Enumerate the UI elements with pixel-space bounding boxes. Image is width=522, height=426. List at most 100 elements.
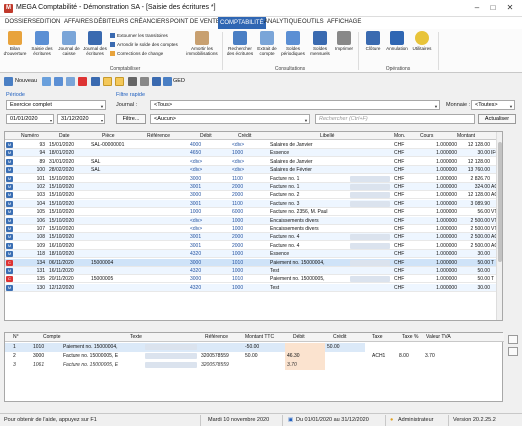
ged-icon[interactable] xyxy=(163,77,172,86)
table-row[interactable]: M 101 15/10/2020 3000 1100 Facture no. 1 CHF 1.… xyxy=(5,175,502,183)
imprimer-button[interactable]: Imprimer xyxy=(334,31,354,51)
dcol-valeur-tva[interactable]: Valeur TVA xyxy=(426,334,451,340)
detail-row[interactable]: 1 1010 Paiement no. 15000004, -50.00 50.00 xyxy=(5,343,504,352)
export-icon[interactable] xyxy=(140,77,149,86)
amortir-button[interactable]: Amortir les immobilisations xyxy=(186,31,218,56)
delete-icon[interactable] xyxy=(78,77,87,86)
view-list-icon[interactable] xyxy=(103,77,112,86)
print-icon[interactable] xyxy=(128,77,137,86)
cloture-button[interactable]: Clôture xyxy=(362,31,384,51)
table-row[interactable]: M 118 18/10/2020 4320 1000 Essence CHF 1.000000… xyxy=(5,250,502,259)
minimize-button[interactable]: – xyxy=(470,2,484,14)
dcol-n[interactable]: N° xyxy=(13,334,19,340)
menu-affaires[interactable]: AFFAIRES xyxy=(64,19,93,25)
col-piece[interactable]: Pièce xyxy=(102,133,115,139)
annulation-button[interactable]: Annulation xyxy=(385,31,409,51)
menu-dossiers[interactable]: DOSSIERS xyxy=(5,19,36,25)
col-reference[interactable]: Référence xyxy=(147,133,170,139)
ged-button[interactable]: GED xyxy=(173,78,185,84)
table-row[interactable]: C 134 06/11/2020 15000004 3000 1010 Paiement n… xyxy=(5,258,502,267)
table-row[interactable]: M 130 12/12/2020 4320 1000 Test CHF 1.000000 30.… xyxy=(5,283,502,292)
col-libelle[interactable]: Libellé xyxy=(320,133,334,139)
table-row[interactable]: M 93 15/01/2020 SAL-00000001 4000 <div> Salair… xyxy=(5,141,502,149)
table-row[interactable]: M 104 15/10/2020 3001 1100 Facture no. 3 CHF 1.… xyxy=(5,199,502,208)
detail-row[interactable]: 3 1061 Facture no. 15000005, E 3200578559 3.… xyxy=(5,361,504,370)
edit-entry-icon[interactable] xyxy=(66,77,75,86)
table-row[interactable]: M 105 15/10/2020 1000 6000 Facture no. 2356, … xyxy=(5,208,502,217)
new-button[interactable]: Nouveau xyxy=(15,78,37,84)
table-row[interactable]: M 100 28/02/2020 SAL <div> <div> Salaires de F… xyxy=(5,166,502,175)
detail-edit-icon[interactable] xyxy=(508,335,518,344)
copy-icon[interactable] xyxy=(54,77,63,86)
cell-libelle: Test xyxy=(270,268,280,274)
detail-row[interactable]: 2 3000 Facture no. 15000005, E 3200578559 50… xyxy=(5,352,504,361)
menu-outils[interactable]: OUTILS xyxy=(302,19,324,25)
journal-select[interactable]: <Tous> ▼ xyxy=(150,100,440,110)
soldes-periodiques-button[interactable]: Soldes périodiques xyxy=(280,31,306,56)
menu-analytique[interactable]: ANALYTIQUE xyxy=(264,19,302,25)
monnaie-select[interactable]: <Toutes> ▼ xyxy=(471,100,515,110)
table-row[interactable]: M 89 31/01/2020 SAL <div> <div> Salaires de Ja… xyxy=(5,158,502,166)
journal-ecritures-button[interactable]: Journal des écritures xyxy=(83,31,107,56)
menu-comptabilite[interactable]: COMPTABILITÉ xyxy=(218,17,266,29)
filtre-select[interactable]: <Aucun> ▼ xyxy=(150,114,310,124)
cash-journal-icon xyxy=(62,31,76,45)
scroll-thumb[interactable] xyxy=(498,142,502,262)
table-row[interactable]: C 135 20/11/2020 15000005 3000 1010 Paiement n… xyxy=(5,275,502,284)
col-cours[interactable]: Cours xyxy=(420,133,433,139)
table-row[interactable]: M 102 15/10/2020 3001 2000 Facture no. 1 CHF 1.… xyxy=(5,183,502,191)
table-row[interactable]: M 108 15/10/2020 3001 2000 Facture no. 4 CHF 1.… xyxy=(5,233,502,242)
table-row[interactable]: M 109 16/10/2020 3001 2000 Facture no. 4 CHF 1.… xyxy=(5,242,502,250)
utilitaires-button[interactable]: Utilitaires xyxy=(410,31,434,51)
tag-icon[interactable] xyxy=(91,77,100,86)
table-row[interactable]: M 106 15/10/2020 <div> 1000 Encaissements div… xyxy=(5,216,502,225)
table-row[interactable]: M 94 18/01/2020 4650 1000 Essence CHF 1.000000 3… xyxy=(5,149,502,158)
col-debit[interactable]: Débit xyxy=(200,133,212,139)
col-date[interactable]: Date xyxy=(59,133,70,139)
table-row[interactable]: M 131 16/11/2020 4320 1000 Test CHF 1.000000 50.… xyxy=(5,267,502,275)
dcol-montant-ttc[interactable]: Montant TTC xyxy=(245,334,274,340)
dcol-taxe[interactable]: Taxe xyxy=(372,334,383,340)
saisie-ecritures-button[interactable]: Saisie des écritures xyxy=(30,31,54,56)
corrections-change-button[interactable]: Corrections de change xyxy=(110,51,163,56)
search-input[interactable]: Rechercher (Ctrl+F) xyxy=(315,114,475,124)
actualiser-button[interactable]: Actualiser xyxy=(478,114,516,124)
maximize-button[interactable]: □ xyxy=(486,2,500,14)
edit-icon[interactable] xyxy=(42,77,51,86)
table-row[interactable]: M 103 15/10/2020 3000 2000 Facture no. 2 CHF 1.… xyxy=(5,191,502,200)
extrait-compte-button[interactable]: Extrait de compte xyxy=(256,31,278,56)
view-split-icon[interactable] xyxy=(115,77,124,86)
menu-affichage[interactable]: AFFICHAGE xyxy=(327,19,361,25)
dcol-compte[interactable]: Compte xyxy=(43,334,61,340)
dcol-taxe-pct[interactable]: Taxe % xyxy=(402,334,418,340)
col-monnaie[interactable]: Mon. xyxy=(394,133,405,139)
arrondir-button[interactable]: Arrondir le solde des comptes xyxy=(110,42,178,47)
close-button[interactable]: ✕ xyxy=(503,2,517,14)
filtre-button[interactable]: Filtre... xyxy=(116,114,146,124)
col-numero[interactable]: Numéro xyxy=(21,133,39,139)
dcell-compte: 1061 xyxy=(33,362,45,368)
journal-caisse-button[interactable]: Journal de caisse xyxy=(57,31,81,56)
col-credit[interactable]: Crédit xyxy=(238,133,251,139)
menu-debiteurs[interactable]: DÉBITEURS xyxy=(94,19,128,25)
extourner-button[interactable]: Extourner les transitoires xyxy=(110,33,168,38)
bilan-ouverture-button[interactable]: Bilan d'ouverture xyxy=(3,31,27,56)
menu-edition[interactable]: EDITION xyxy=(36,19,60,25)
menu-point-de-vente[interactable]: POINT DE VENTE xyxy=(170,19,220,25)
menu-creanciers[interactable]: CRÉANCIERS xyxy=(130,19,169,25)
table-scrollbar[interactable] xyxy=(496,132,502,320)
table-row[interactable]: M 107 15/10/2020 <div> 1000 Encaissements div… xyxy=(5,225,502,233)
soldes-mensuels-button[interactable]: Soldes mensuels xyxy=(308,31,332,56)
date-to-field[interactable]: 31/12/2020 ▾ xyxy=(57,114,105,124)
col-montant[interactable]: Montant xyxy=(457,133,475,139)
date-from-field[interactable]: 01/01/2020 ▾ xyxy=(6,114,54,124)
dcol-texte[interactable]: Texte xyxy=(130,334,142,340)
periode-select[interactable]: Exercice complet ▼ xyxy=(6,100,106,110)
dcol-credit[interactable]: Crédit xyxy=(333,334,346,340)
rechercher-ecritures-button[interactable]: Rechercher des écritures xyxy=(226,31,254,56)
new-icon[interactable] xyxy=(4,77,13,86)
detail-list-icon[interactable] xyxy=(508,347,518,356)
dcol-reference[interactable]: Référence xyxy=(205,334,228,340)
dcol-debit[interactable]: Débit xyxy=(293,334,305,340)
attachment-icon[interactable] xyxy=(152,77,161,86)
